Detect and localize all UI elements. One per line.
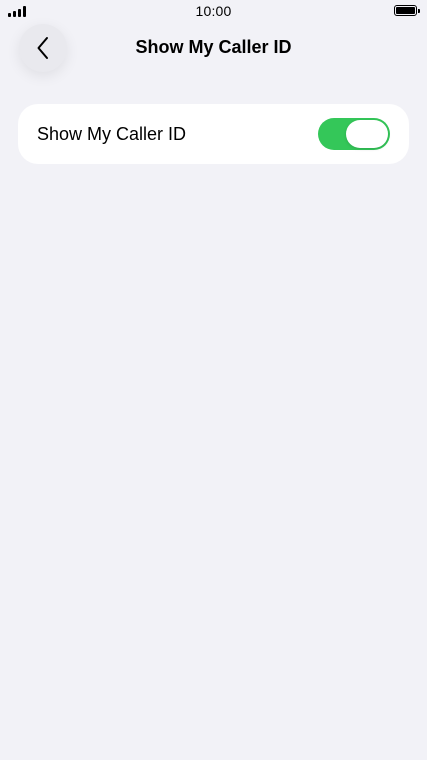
back-button[interactable] (19, 24, 67, 72)
settings-card: Show My Caller ID (18, 104, 409, 164)
battery-full-icon (394, 5, 420, 16)
chevron-left-icon (37, 37, 48, 59)
show-caller-id-label: Show My Caller ID (37, 124, 187, 144)
status-bar: 10:00 (0, 0, 427, 24)
status-time: 10:00 (195, 3, 232, 19)
page-title: Show My Caller ID (135, 37, 292, 57)
toggle-knob (346, 120, 388, 148)
show-caller-id-toggle[interactable] (318, 118, 390, 150)
